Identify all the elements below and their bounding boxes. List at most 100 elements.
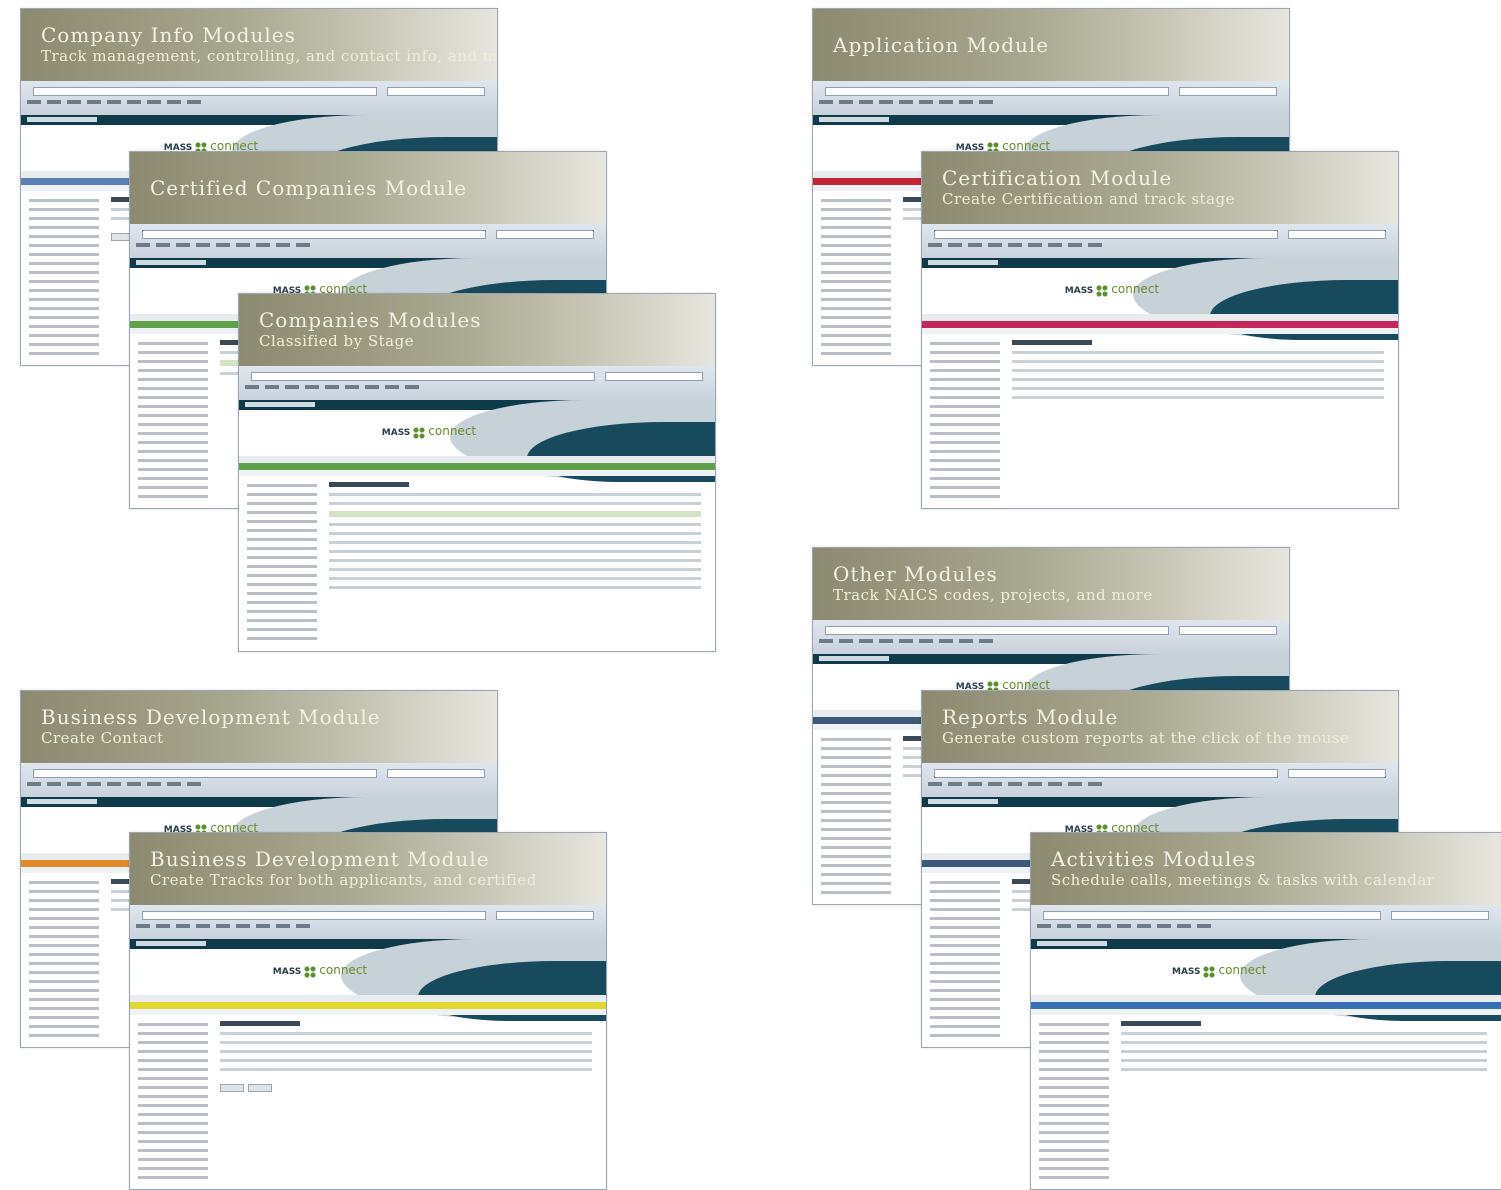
browser-menu[interactable] [27,782,207,786]
address-bar[interactable] [825,626,1169,635]
module-bar [1031,1002,1501,1009]
browser-chrome [922,763,1398,797]
main-content [1012,340,1384,498]
address-bar[interactable] [825,87,1169,96]
card-subtitle: Create Certification and track stage [942,190,1235,208]
cancel-button[interactable] [248,1084,272,1092]
address-bar[interactable] [33,769,377,778]
sidebar[interactable] [930,342,1000,498]
browser-menu[interactable] [928,243,1108,247]
browser-search[interactable] [387,769,485,778]
card-header: Activities Modules Schedule calls, meeti… [1031,833,1501,905]
browser-search[interactable] [1179,626,1277,635]
sidebar[interactable] [1039,1023,1109,1179]
browser-menu[interactable] [136,243,316,247]
browser-search[interactable] [387,87,485,96]
card-title: Business Development Module [41,705,381,729]
browser-menu[interactable] [245,385,425,389]
logo: MASS connect [1064,282,1160,297]
browser-search[interactable] [1179,87,1277,96]
card-title: Application Module [833,33,1050,57]
module-tabs[interactable] [239,456,715,463]
address-bar[interactable] [251,372,595,381]
card-activities: Activities Modules Schedule calls, meeti… [1030,832,1501,1190]
toolbar[interactable] [130,1009,606,1015]
card-subtitle: Track NAICS codes, projects, and more [833,586,1153,604]
logo-icon [1096,284,1109,297]
main-content [220,1021,592,1179]
card-subtitle: Track management, controlling, and conta… [41,47,498,65]
module-tabs[interactable] [130,995,606,1002]
browser-chrome [239,366,715,400]
sidebar[interactable] [930,881,1000,1037]
address-bar[interactable] [33,87,377,96]
card-title: Certification Module [942,166,1173,190]
browser-search[interactable] [1288,769,1386,778]
card-header: Certification Module Create Certificatio… [922,152,1398,224]
module-tabs[interactable] [922,314,1398,321]
browser-chrome [21,81,497,115]
card-title: Business Development Module [150,847,490,871]
sidebar[interactable] [29,881,99,1037]
card-header: Certified Companies Module [130,152,606,224]
card-subtitle: Classified by Stage [259,332,415,350]
sidebar[interactable] [29,199,99,355]
sidebar[interactable] [821,738,891,894]
toolbar[interactable] [922,328,1398,334]
card-header: Companies Modules Classified by Stage [239,294,715,366]
logo-icon [413,426,426,439]
address-bar[interactable] [142,230,486,239]
card-subtitle: Schedule calls, meetings & tasks with ca… [1051,871,1435,889]
app-banner: MASS connect [1031,939,1501,1021]
card-title: Other Modules [833,562,998,586]
browser-chrome [813,620,1289,654]
card-header: Company Info Modules Track management, c… [21,9,497,81]
card-title: Companies Modules [259,308,482,332]
sidebar[interactable] [138,342,208,498]
sidebar[interactable] [821,199,891,355]
address-bar[interactable] [142,911,486,920]
toolbar[interactable] [1031,1009,1501,1015]
card-companies-stage: Companies Modules Classified by Stage MA… [238,293,716,652]
card-subtitle: Create Contact [41,729,164,747]
browser-chrome [130,905,606,939]
main-content [1121,1021,1487,1179]
address-bar[interactable] [934,230,1278,239]
module-tabs[interactable] [1031,995,1501,1002]
app-banner: MASS connect [130,939,606,1021]
browser-menu[interactable] [27,100,207,104]
card-certification: Certification Module Create Certificatio… [921,151,1399,509]
card-title: Certified Companies Module [150,176,468,200]
browser-menu[interactable] [819,639,999,643]
card-header: Business Development Module Create Conta… [21,691,497,763]
address-bar[interactable] [1043,911,1381,920]
module-bar [922,321,1398,328]
browser-search[interactable] [605,372,703,381]
browser-search[interactable] [496,911,594,920]
card-header: Reports Module Generate custom reports a… [922,691,1398,763]
browser-menu[interactable] [136,924,316,928]
browser-chrome [922,224,1398,258]
card-title: Activities Modules [1051,847,1257,871]
browser-chrome [813,81,1289,115]
address-bar[interactable] [934,769,1278,778]
card-subtitle: Generate custom reports at the click of … [942,729,1350,747]
logo: MASS connect [1172,963,1267,978]
browser-search[interactable] [1288,230,1386,239]
browser-menu[interactable] [1037,924,1217,928]
toolbar[interactable] [239,470,715,476]
browser-search[interactable] [1391,911,1489,920]
save-button[interactable] [220,1084,244,1092]
card-header: Business Development Module Create Track… [130,833,606,905]
app-banner: MASS connect [239,400,715,482]
card-header: Application Module [813,9,1289,81]
browser-chrome [1031,905,1501,939]
browser-menu[interactable] [819,100,999,104]
browser-search[interactable] [496,230,594,239]
card-header: Other Modules Track NAICS codes, project… [813,548,1289,620]
logo: MASS connect [381,424,477,439]
module-bar [239,463,715,470]
sidebar[interactable] [247,484,317,641]
sidebar[interactable] [138,1023,208,1179]
browser-menu[interactable] [928,782,1108,786]
